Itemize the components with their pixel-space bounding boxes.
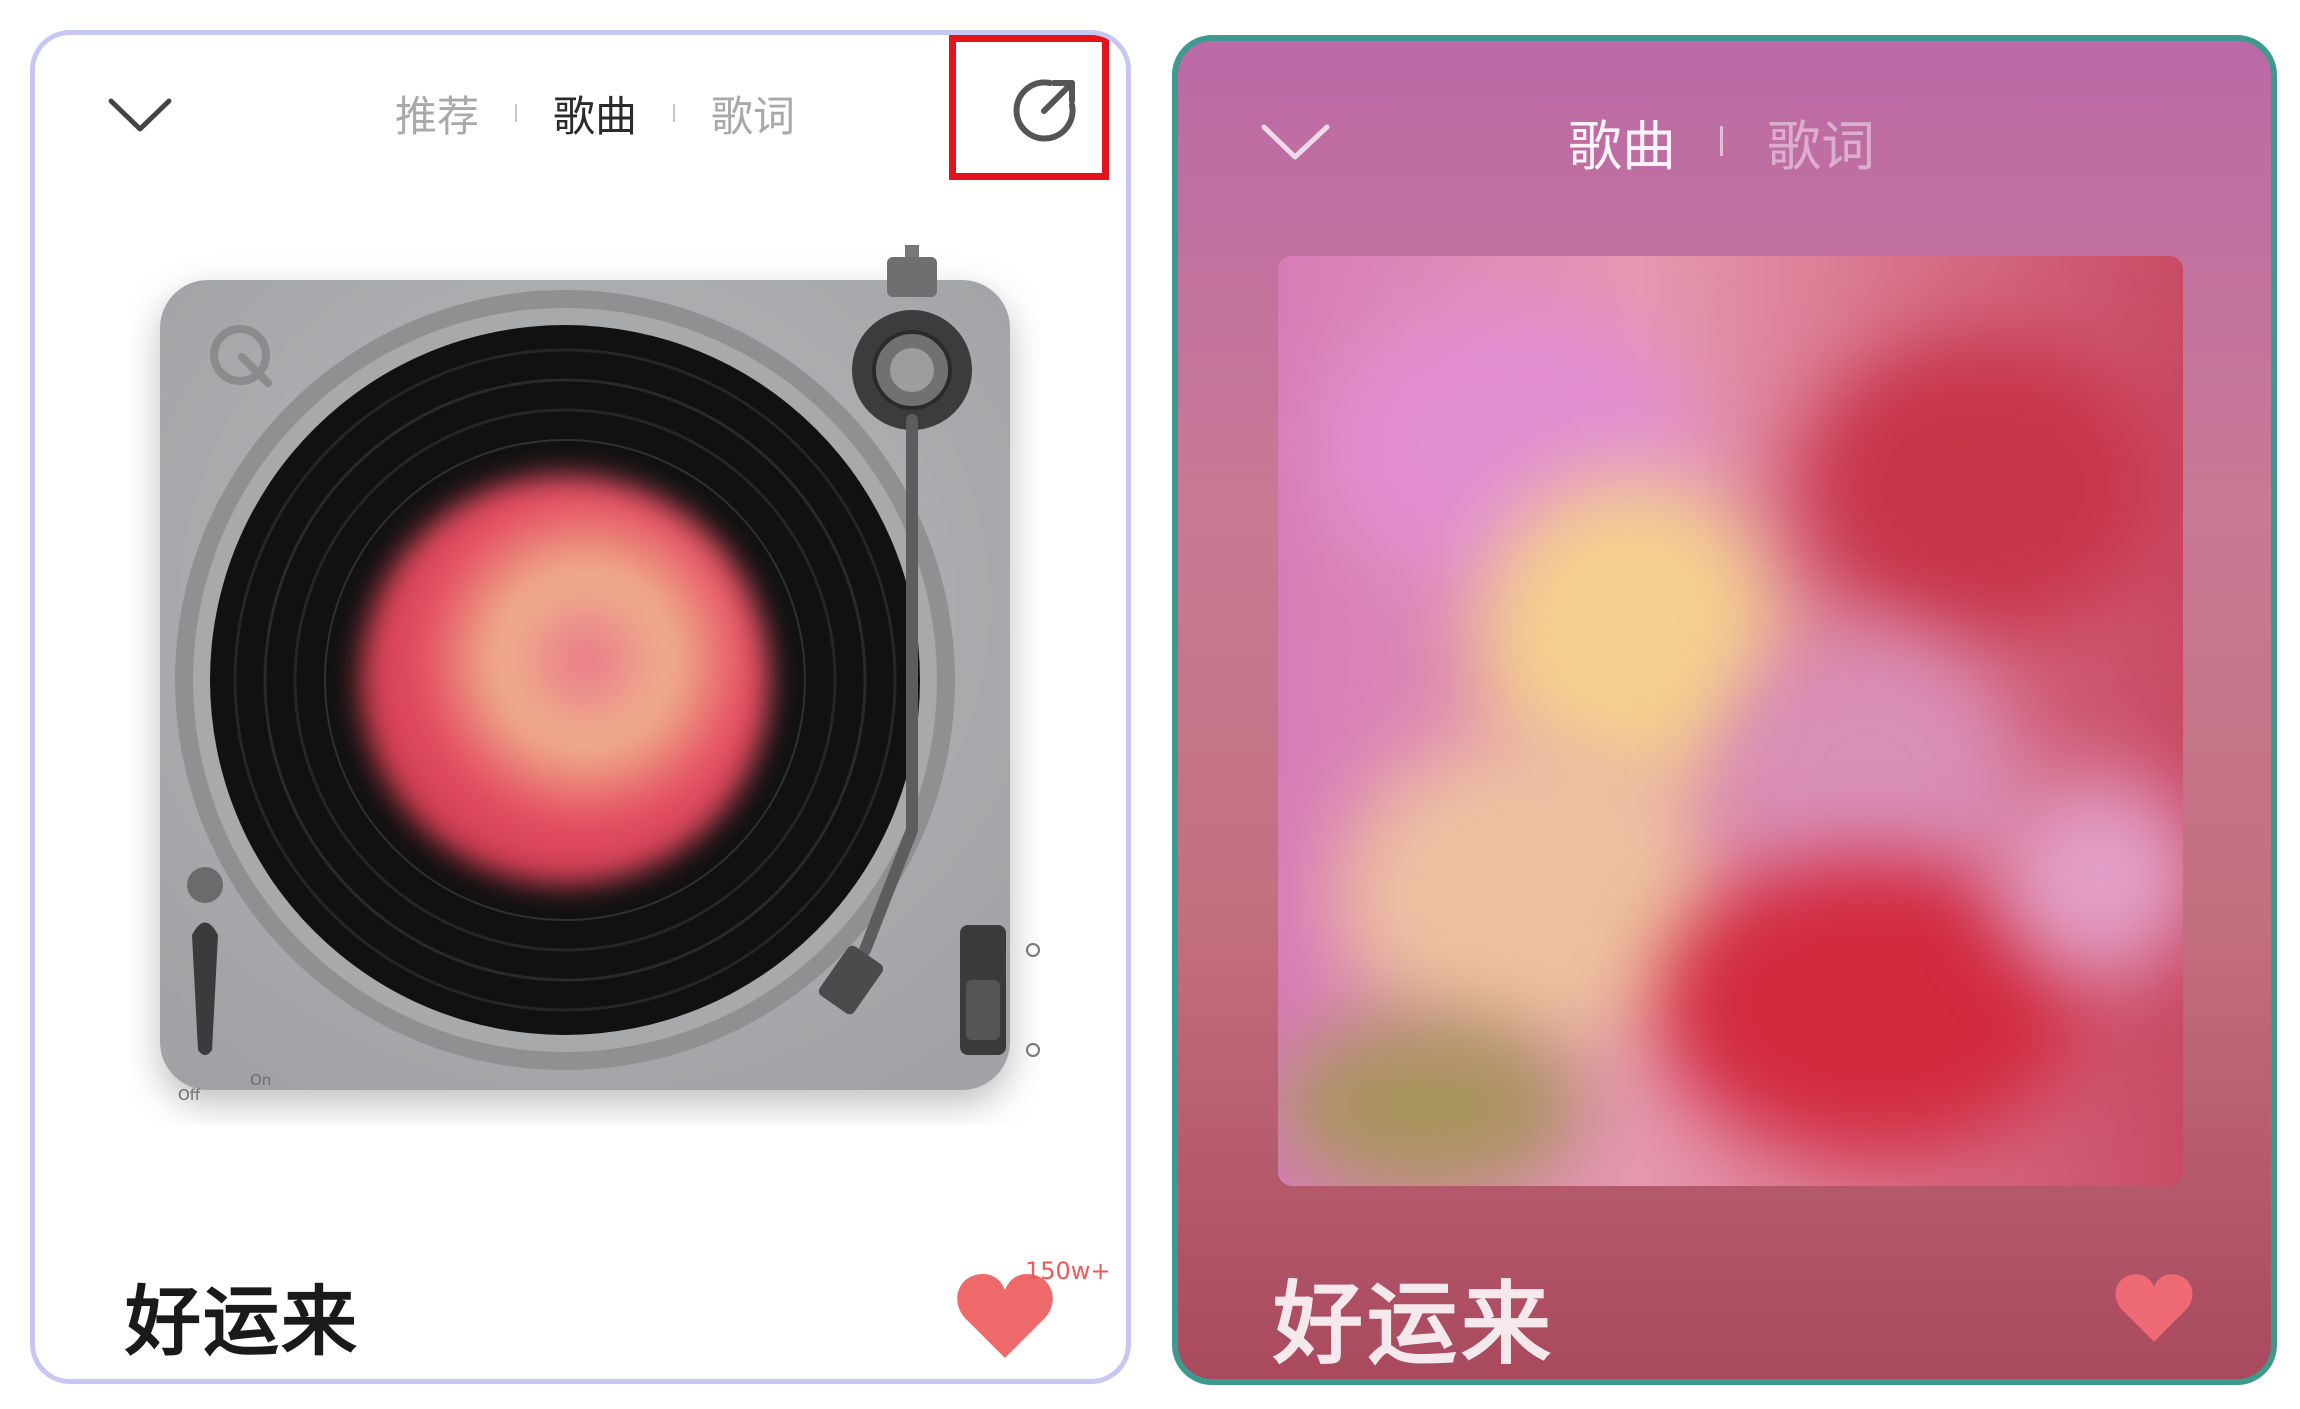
player-panel-turntable: 推荐 歌曲 歌词 Off On 好运来 150w+	[30, 30, 1131, 1384]
turntable-illustration: Off On	[160, 245, 1040, 1104]
tab-lyrics[interactable]: 歌词	[711, 83, 795, 144]
player-panel-cover: 歌曲 歌词 好运来	[1172, 35, 2277, 1385]
song-title: 好运来	[125, 1277, 359, 1366]
switch-off-label: Off	[178, 1086, 201, 1104]
tab-song[interactable]: 歌曲	[1568, 102, 1676, 181]
like-count: 150w+	[1025, 1257, 1111, 1285]
tab-bar: 推荐 歌曲 歌词	[395, 73, 795, 153]
highlight-box	[949, 35, 1109, 180]
tab-divider	[515, 104, 518, 122]
album-cover	[1278, 256, 2183, 1186]
chevron-down-icon[interactable]	[105, 83, 175, 143]
tab-lyrics[interactable]: 歌词	[1767, 102, 1875, 181]
heart-icon[interactable]	[2113, 1271, 2195, 1345]
song-title: 好运来	[1273, 1272, 1555, 1377]
tab-divider	[1720, 126, 1723, 156]
chevron-down-icon[interactable]	[1258, 107, 1333, 171]
switch-on-label: On	[250, 1071, 271, 1089]
tab-bar: 歌曲 歌词	[1568, 101, 1875, 181]
tab-song[interactable]: 歌曲	[553, 83, 637, 144]
tab-recommend[interactable]: 推荐	[395, 83, 479, 144]
tab-divider	[673, 104, 676, 122]
